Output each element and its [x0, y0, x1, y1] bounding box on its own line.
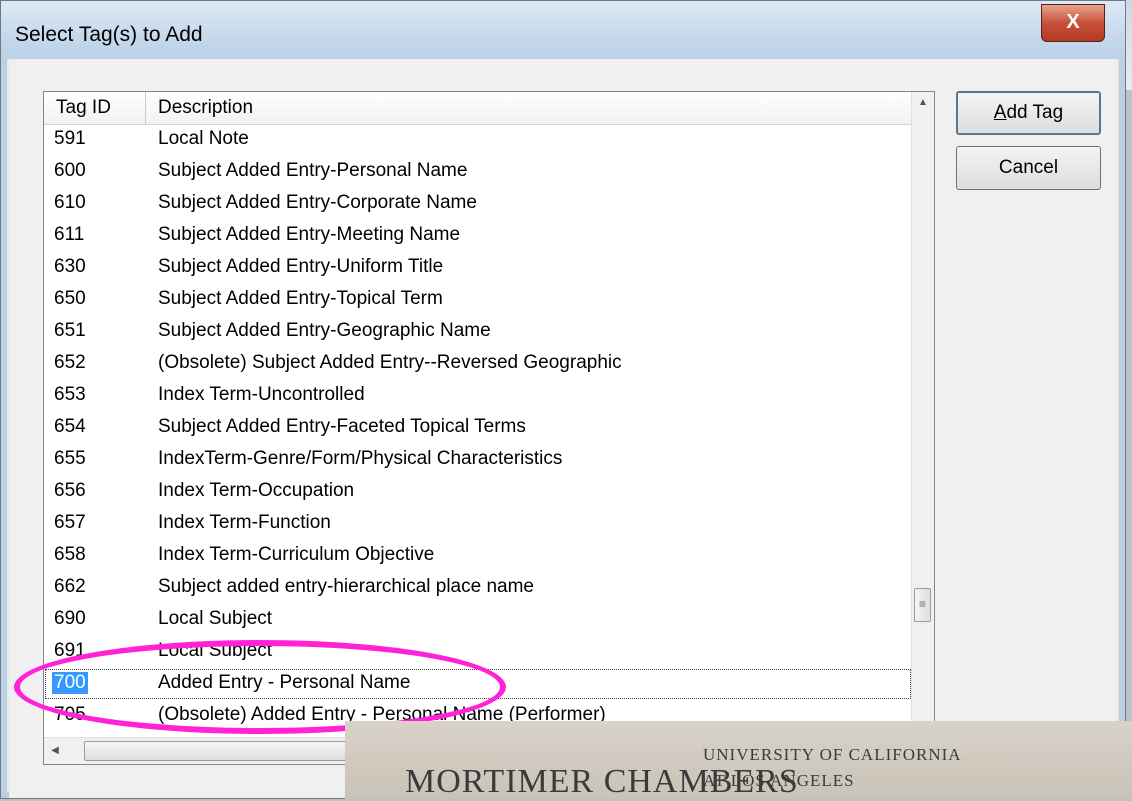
tag-id-cell: 650	[54, 288, 86, 309]
tag-id-cell: 658	[54, 544, 86, 565]
close-icon: X	[1066, 11, 1080, 33]
university-location: AT LOS ANGELES	[703, 771, 855, 790]
tag-id-cell: 652	[54, 352, 86, 373]
tag-description-cell: Added Entry - Personal Name	[158, 672, 411, 693]
vertical-scroll-thumb[interactable]: ≡	[914, 588, 931, 622]
tag-description-cell: Subject Added Entry-Corporate Name	[158, 192, 477, 213]
select-tags-dialog: Select Tag(s) to Add X Tag ID Descriptio…	[0, 0, 1126, 799]
tag-description-cell: Index Term-Uncontrolled	[158, 384, 365, 405]
list-item[interactable]: 600 Subject Added Entry-Personal Name	[44, 156, 912, 188]
book-title-page-image: MORTIMER CHAMBERS UNIVERSITY OF CALIFORN…	[345, 721, 1132, 800]
list-header: Tag ID Description	[44, 92, 912, 125]
tag-description-cell: Index Term-Curriculum Objective	[158, 544, 435, 565]
dialog-body: Tag ID Description 591 Local Note 600 Subje…	[9, 59, 1117, 798]
cancel-button[interactable]: Cancel	[956, 146, 1101, 190]
tag-description-cell: Subject Added Entry-Uniform Title	[158, 256, 444, 277]
tag-id-cell: 700	[52, 672, 88, 694]
list-item[interactable]: 591 Local Note	[44, 124, 912, 156]
list-item[interactable]: 691 Local Subject	[44, 636, 912, 668]
tag-list[interactable]: Tag ID Description 591 Local Note 600 Subje…	[43, 91, 935, 765]
list-item[interactable]: 653 Index Term-Uncontrolled	[44, 380, 912, 412]
list-item[interactable]: 630 Subject Added Entry-Uniform Title	[44, 252, 912, 284]
list-item[interactable]: 657 Index Term-Function	[44, 508, 912, 540]
tag-description-cell: Index Term-Occupation	[158, 480, 355, 501]
dialog-title: Select Tag(s) to Add	[15, 23, 203, 46]
list-item[interactable]: 650 Subject Added Entry-Topical Term	[44, 284, 912, 316]
list-rows: 591 Local Note 600 Subject Added Entry-Pers…	[44, 124, 912, 732]
list-item[interactable]: 610 Subject Added Entry-Corporate Name	[44, 188, 912, 220]
list-item[interactable]: 652 (Obsolete) Subject Added Entry--Rever…	[44, 348, 912, 380]
tag-description-cell: Subject Added Entry-Meeting Name	[158, 224, 461, 245]
tag-description-cell: Local Subject	[158, 608, 273, 629]
list-item[interactable]: 700 Added Entry - Personal Name	[44, 668, 912, 700]
scroll-left-arrow-icon[interactable]: ◀	[44, 740, 66, 762]
tag-description-cell: Local Subject	[158, 640, 273, 661]
column-header-tag-id[interactable]: Tag ID	[44, 92, 146, 124]
list-item[interactable]: 654 Subject Added Entry-Faceted Topical T…	[44, 412, 912, 444]
tag-id-cell: 655	[54, 448, 86, 469]
tag-description-cell: (Obsolete) Subject Added Entry--Reversed…	[158, 352, 622, 373]
tag-description-cell: Subject Added Entry-Topical Term	[158, 288, 443, 309]
tag-description-cell: Index Term-Function	[158, 512, 331, 533]
tag-id-cell: 610	[54, 192, 86, 213]
tag-id-cell: 630	[54, 256, 86, 277]
tag-id-cell: 654	[54, 416, 86, 437]
title-bar: Select Tag(s) to Add X	[1, 1, 1125, 59]
tag-description-cell: Local Note	[158, 128, 249, 149]
add-tag-mnemonic: A	[993, 102, 1007, 123]
list-item[interactable]: 651 Subject Added Entry-Geographic Name	[44, 316, 912, 348]
tag-description-cell: Subject Added Entry-Geographic Name	[158, 320, 491, 341]
list-item[interactable]: 611 Subject Added Entry-Meeting Name	[44, 220, 912, 252]
tag-description-cell: Subject added entry-hierarchical place n…	[158, 576, 534, 597]
tag-id-cell: 653	[54, 384, 86, 405]
tag-id-cell: 657	[54, 512, 86, 533]
tag-id-cell: 600	[54, 160, 86, 181]
vertical-scrollbar[interactable]: ▲ ≡ ▼	[911, 92, 934, 740]
tag-description-cell: Subject Added Entry-Faceted Topical Term…	[158, 416, 526, 437]
add-tag-label: dd Tag	[1006, 102, 1064, 123]
close-button[interactable]: X	[1041, 4, 1105, 42]
list-item[interactable]: 658 Index Term-Curriculum Objective	[44, 540, 912, 572]
list-item[interactable]: 656 Index Term-Occupation	[44, 476, 912, 508]
column-header-description[interactable]: Description	[146, 92, 912, 124]
add-tag-button[interactable]: Add Tag	[956, 91, 1101, 135]
tag-id-cell: 691	[54, 640, 86, 661]
tag-id-cell: 651	[54, 320, 86, 341]
university-name: UNIVERSITY OF CALIFORNIA	[703, 745, 962, 764]
tag-id-cell: 690	[54, 608, 86, 629]
tag-id-cell: 705	[54, 704, 86, 725]
list-item[interactable]: 690 Local Subject	[44, 604, 912, 636]
tag-description-cell: IndexTerm-Genre/Form/Physical Characteri…	[158, 448, 563, 469]
list-item[interactable]: 662 Subject added entry-hierarchical plac…	[44, 572, 912, 604]
tag-id-cell: 591	[54, 128, 86, 149]
scroll-up-arrow-icon[interactable]: ▲	[912, 92, 934, 114]
tag-id-cell: 656	[54, 480, 86, 501]
list-item[interactable]: 655 IndexTerm-Genre/Form/Physical Charact…	[44, 444, 912, 476]
tag-id-cell: 611	[54, 224, 85, 245]
tag-id-cell: 662	[54, 576, 86, 597]
tag-description-cell: Subject Added Entry-Personal Name	[158, 160, 468, 181]
